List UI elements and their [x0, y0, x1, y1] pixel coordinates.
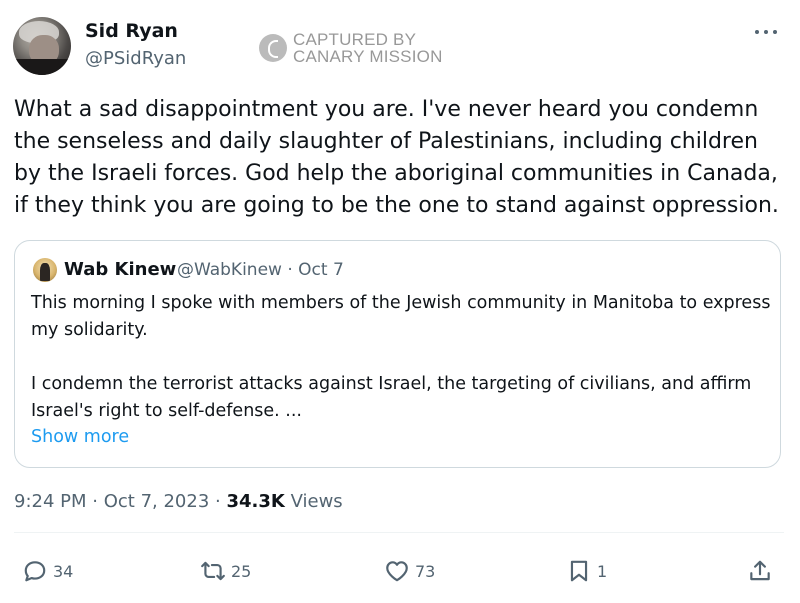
quoted-author-meta: @WabKinew · Oct 7 [177, 260, 344, 280]
quoted-text-paragraph-1: This morning I spoke with members of the… [31, 293, 771, 340]
bookmark-count: 1 [597, 561, 608, 581]
meta-separator: · [215, 491, 221, 512]
like-count: 73 [415, 561, 436, 581]
bookmark-button[interactable]: 1 [566, 558, 607, 584]
quoted-tweet[interactable]: Wab Kinew @WabKinew · Oct 7 This morning… [14, 240, 781, 468]
like-icon [386, 561, 408, 582]
views-label: Views [290, 491, 343, 512]
bookmark-icon [570, 560, 588, 582]
watermark-line-1: CAPTURED BY [293, 30, 417, 49]
more-icon[interactable] [752, 22, 780, 42]
share-icon [750, 560, 770, 581]
tweet-time[interactable]: 9:24 PM [14, 491, 87, 512]
quoted-text-paragraph-2: I condemn the terrorist attacks against … [31, 374, 752, 421]
reply-count: 34 [53, 561, 74, 581]
like-button[interactable]: 73 [384, 558, 435, 584]
tweet-date[interactable]: Oct 7, 2023 [104, 491, 210, 512]
show-more-link[interactable]: Show more [31, 427, 129, 447]
watermark-line-2: CANARY MISSION [293, 47, 443, 66]
views-count: 34.3K [226, 491, 285, 512]
tweet-text: What a sad disappointment you are. I've … [14, 97, 779, 218]
retweet-icon [201, 561, 225, 581]
author-handle[interactable]: @PSidRyan [85, 48, 186, 69]
quoted-author-name: Wab Kinew [64, 259, 177, 280]
retweet-count: 25 [231, 561, 252, 581]
reply-icon [24, 561, 46, 582]
tweet-meta: 9:24 PM · Oct 7, 2023 · 34.3K Views [14, 491, 343, 512]
share-button[interactable] [747, 558, 773, 584]
captured-by-watermark: CAPTURED BY CANARY MISSION [259, 31, 443, 65]
quoted-author-avatar [33, 258, 57, 282]
author-avatar[interactable] [13, 17, 71, 75]
divider [14, 532, 784, 533]
tweet-card: Sid Ryan @PSidRyan CAPTURED BY CANARY MI… [0, 0, 800, 603]
author-display-name[interactable]: Sid Ryan [85, 20, 178, 42]
retweet-button[interactable]: 25 [200, 558, 251, 584]
canary-mission-logo [259, 34, 287, 62]
reply-button[interactable]: 34 [22, 558, 73, 584]
meta-separator: · [92, 491, 98, 512]
